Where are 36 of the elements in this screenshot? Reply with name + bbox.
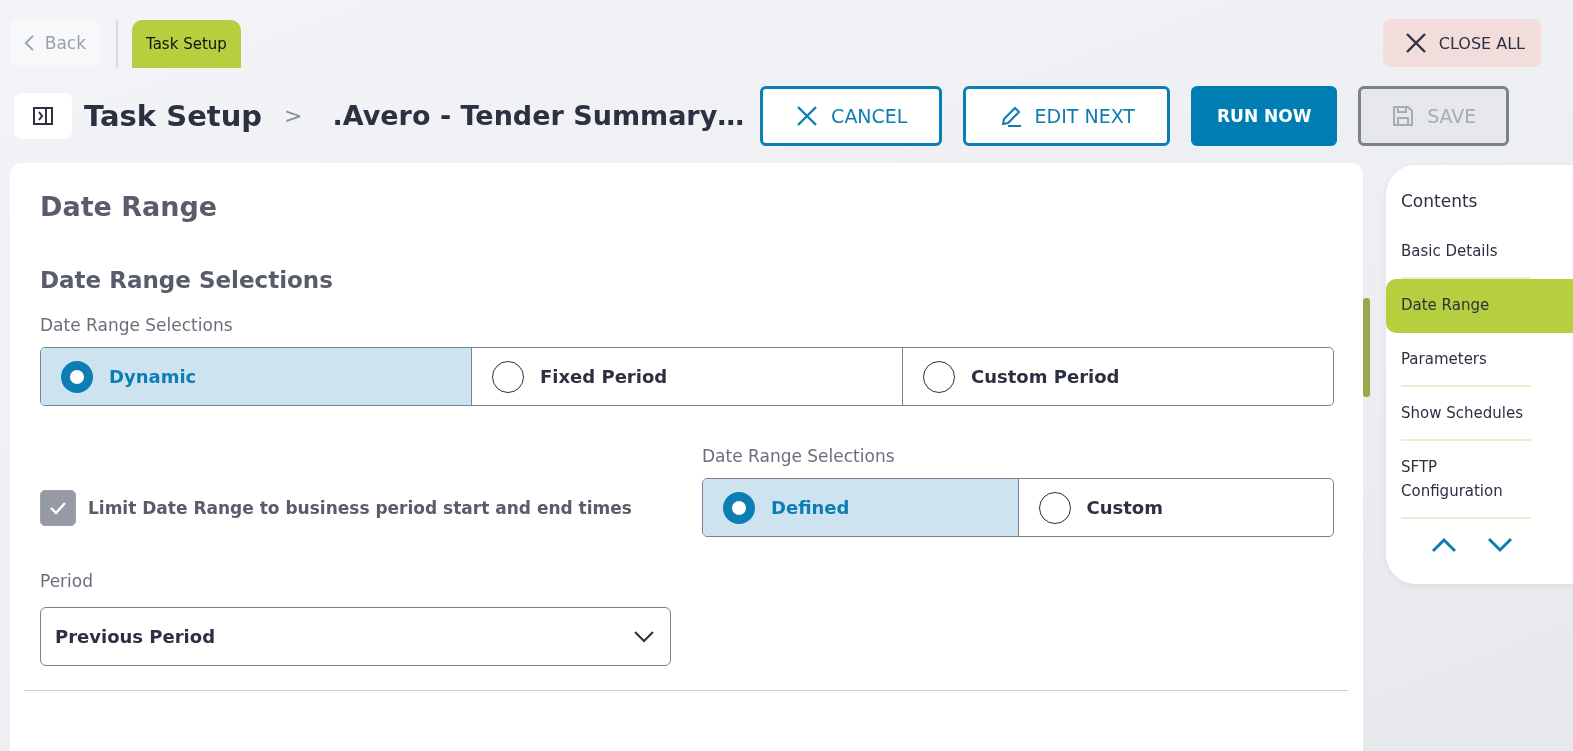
primary-button[interactable]: RUN NOW [1191,85,1338,146]
chevron-left-icon [24,33,35,53]
breadcrumb-separator: > [284,103,303,128]
contents-title: Contents [1401,191,1479,213]
close-icon [1404,32,1427,54]
scroll-up-button[interactable] [1431,537,1457,553]
panel-icon [33,106,53,125]
scrollbar-thumb[interactable] [1363,298,1370,397]
field-label: Date Range Selections [702,446,896,468]
period-dropdown[interactable]: Previous Period [40,607,671,666]
tab[interactable]: Task Setup [132,20,241,68]
checkbox-label: Limit Date Range to business period start and end times [88,497,632,518]
radio-option[interactable]: Custom Period [902,348,1333,405]
checkbox[interactable] [40,489,76,526]
chevron-down-icon [1487,537,1513,553]
contents-item[interactable]: Show Schedules [1401,387,1531,441]
section-heading: Date Range [40,191,219,224]
chevron-down-icon [634,630,654,643]
sidebar-toggle-button[interactable] [14,92,72,139]
record-title: .Avero - Tender Summary… [332,100,745,131]
checkmark-icon [49,500,67,515]
contents-item[interactable]: Date Range [1386,279,1573,333]
scroll-down-button[interactable] [1487,537,1513,553]
field-label: Date Range Selections [40,315,234,337]
subsection-heading: Date Range Selections [40,267,334,295]
chevron-up-icon [1431,537,1457,553]
close-all-button[interactable]: CLOSE ALL [1382,19,1541,67]
radio-option[interactable]: Custom [1017,479,1333,536]
page-title: Task Setup [84,98,263,133]
edit-button[interactable]: EDIT NEXT [963,85,1171,146]
field-label: Period [40,571,94,593]
cancel-button[interactable]: CANCEL [760,85,943,146]
contents-item[interactable]: Parameters [1401,333,1531,387]
contents-item[interactable]: SFTP Configuration [1401,441,1531,519]
close-icon [795,103,820,128]
radio-option[interactable]: Fixed Period [471,348,902,405]
